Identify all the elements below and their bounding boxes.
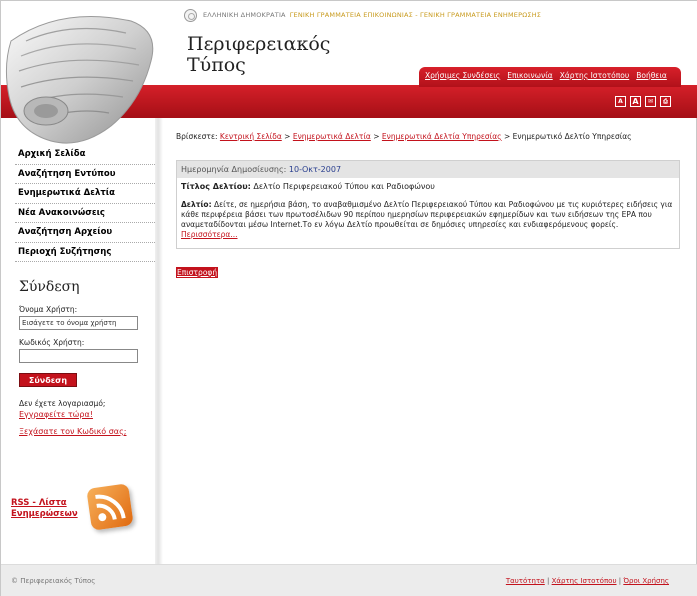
news-description: Δελτίο: Δείτε, σε ημερήσια βάση, το αναβ… <box>177 191 679 240</box>
gov-secretariat: ΓΕΝΙΚΗ ΓΡΑΜΜΑΤΕΙΑ ΕΠΙΚΟΙΝΩΝΙΑΣ - ΓΕΝΙΚΗ … <box>289 11 542 19</box>
footer-about-link[interactable]: Ταυτότητα <box>506 577 545 585</box>
newspaper-logo-image <box>1 1 161 144</box>
news-date-value: 10-Οκτ-2007 <box>288 165 342 174</box>
menu-archive-search[interactable]: Αναζήτηση Αρχείου <box>15 223 161 243</box>
news-more-link[interactable]: Περισσότερα... <box>181 230 238 239</box>
breadcrumb: Βρίσκεστε: Κεντρική Σελίδα > Ενημερωτικά… <box>176 132 632 141</box>
rss-icon[interactable] <box>86 483 134 531</box>
breadcrumb-service-newsletters[interactable]: Ενημερωτικά Δελτία Υπηρεσίας <box>382 132 502 141</box>
site-title: Περιφερειακός Τύπος <box>187 34 330 76</box>
back-button[interactable]: Επιστροφή <box>176 267 219 278</box>
nav-help[interactable]: Βοήθεια <box>636 71 667 80</box>
news-item: Ημερομηνία Δημοσίευσης: 10-Οκτ-2007 Τίτλ… <box>176 160 680 249</box>
login-form: Σύνδεση Όνομα Χρήστη: Κωδικός Χρήστη: Σύ… <box>19 279 155 444</box>
site-title-line2: Τύπος <box>187 54 246 76</box>
footer: © Περιφερειακός Τύπος Ταυτότητα | Χάρτης… <box>1 564 697 596</box>
breadcrumb-home[interactable]: Κεντρική Σελίδα <box>220 132 282 141</box>
nav-sitemap[interactable]: Χάρτης Ιστοτόπου <box>560 71 630 80</box>
menu-newsletters[interactable]: Ενημερωτικά Δελτία <box>15 184 161 204</box>
breadcrumb-separator: > <box>503 132 511 141</box>
news-desc-label: Δελτίο: <box>181 200 212 209</box>
news-date-label: Ημερομηνία Δημοσίευσης: <box>181 165 287 174</box>
breadcrumb-separator: > <box>373 132 380 141</box>
password-label: Κωδικός Χρήστη: <box>19 338 85 347</box>
email-icon[interactable]: ✉ <box>645 96 656 107</box>
menu-announcements[interactable]: Νέα Ανακοινώσεις <box>15 204 161 223</box>
login-title: Σύνδεση <box>19 279 80 295</box>
page-frame: ΕΛΛΗΝΙΚΗ ΔΗΜΟΚΡΑΤΙΑ ΓΕΝΙΚΗ ΓΡΑΜΜΑΤΕΙΑ ΕΠ… <box>0 0 697 596</box>
rss-link-line1: RSS - Λίστα <box>11 498 67 508</box>
footer-sitemap-link[interactable]: Χάρτης Ιστοτόπου <box>552 577 617 585</box>
username-label: Όνομα Χρήστη: <box>19 305 78 314</box>
gov-text: ΕΛΛΗΝΙΚΗ ΔΗΜΟΚΡΑΤΙΑ <box>203 11 286 19</box>
font-large-icon[interactable]: A <box>630 96 641 107</box>
login-button[interactable]: Σύνδεση <box>19 373 77 387</box>
footer-separator: | <box>618 577 622 585</box>
breadcrumb-newsletters[interactable]: Ενημερωτικά Δελτία <box>293 132 371 141</box>
nav-useful-links[interactable]: Χρήσιμες Συνδέσεις <box>425 71 500 80</box>
gov-bar: ΕΛΛΗΝΙΚΗ ΔΗΜΟΚΡΑΤΙΑ ΓΕΝΙΚΗ ΓΡΑΜΜΑΤΕΙΑ ΕΠ… <box>184 8 541 22</box>
top-nav: Χρήσιμες Συνδέσεις Επικοινωνία Χάρτης Ισ… <box>425 71 667 80</box>
footer-separator: | <box>547 577 550 585</box>
news-title-label: Τίτλος Δελτίου: <box>181 182 251 191</box>
menu-discussion[interactable]: Περιοχή Συζήτησης <box>15 243 161 262</box>
news-date-row: Ημερομηνία Δημοσίευσης: 10-Οκτ-2007 <box>177 161 679 178</box>
news-title-row: Τίτλος Δελτίου: Δελτίο Περιφερειακού Τύπ… <box>177 178 679 191</box>
sidebar: Αρχική Σελίδα Αναζήτηση Εντύπου Ενημερωτ… <box>1 118 161 564</box>
breadcrumb-label: Βρίσκεστε: <box>176 132 218 141</box>
sidebar-menu: Αρχική Σελίδα Αναζήτηση Εντύπου Ενημερωτ… <box>15 145 161 262</box>
news-desc-text: Δείτε, σε ημερήσια βάση, το αναβαθμισμέν… <box>181 200 673 229</box>
menu-search-publication[interactable]: Αναζήτηση Εντύπου <box>15 165 161 184</box>
password-input[interactable] <box>19 349 138 363</box>
rss-link-line2: Ενημερώσεων <box>11 509 78 519</box>
tool-icons: A A ✉ ⎙ <box>615 96 671 107</box>
copyright: © Περιφερειακός Τύπος <box>11 577 96 585</box>
username-input[interactable] <box>19 316 138 330</box>
footer-links: Ταυτότητα | Χάρτης Ιστοτόπου | Όροι Χρήσ… <box>506 577 669 585</box>
nav-contact[interactable]: Επικοινωνία <box>507 71 552 80</box>
forgot-password-link[interactable]: Ξεχάσατε τον Κωδικό σας; <box>19 427 155 436</box>
site-title-line1: Περιφερειακός <box>187 33 331 55</box>
breadcrumb-separator: > <box>284 132 291 141</box>
breadcrumb-current: Ενημερωτικό Δελτίο Υπηρεσίας <box>512 132 632 141</box>
sidebar-shadow <box>155 118 163 564</box>
no-account-text: Δεν έχετε λογαριασμό; <box>19 399 106 408</box>
news-title-value: Δελτίο Περιφερειακού Τύπου και Ραδιοφώνο… <box>253 182 435 191</box>
register-link[interactable]: Εγγραφείτε τώρα! <box>19 410 155 419</box>
rss-link[interactable]: RSS - Λίστα Ενημερώσεων <box>11 498 78 520</box>
print-icon[interactable]: ⎙ <box>660 96 671 107</box>
gov-seal-icon <box>184 8 197 22</box>
footer-terms-link[interactable]: Όροι Χρήσης <box>623 577 669 585</box>
font-small-icon[interactable]: A <box>615 96 626 107</box>
